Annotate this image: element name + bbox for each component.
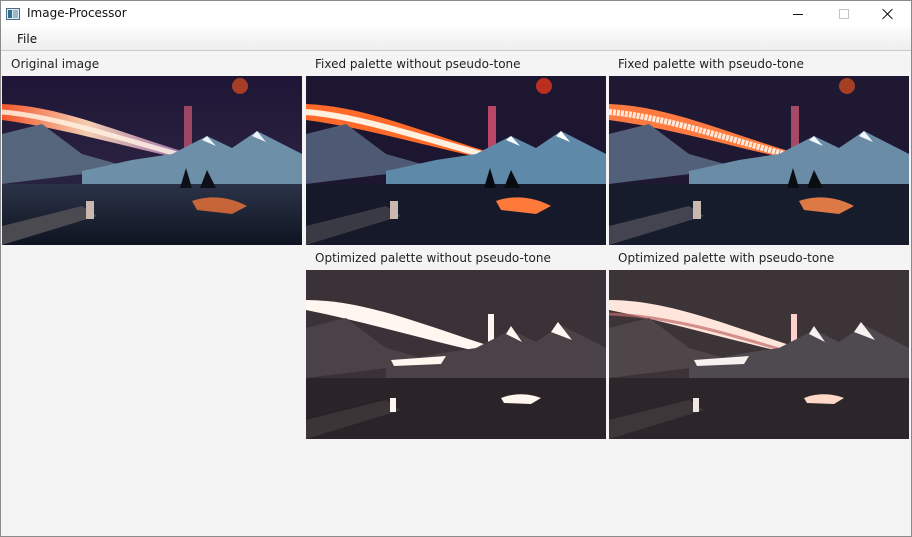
title-bar[interactable]: Image-Processor	[1, 1, 911, 28]
original-image	[2, 76, 302, 245]
close-icon	[882, 8, 894, 20]
app-window-icon	[6, 8, 20, 20]
menu-file[interactable]: File	[9, 30, 45, 49]
minimize-icon	[793, 14, 803, 15]
caption-fixed-palette-without-pseudo-tone: Fixed palette without pseudo-tone	[315, 57, 521, 71]
window-title: Image-Processor	[27, 6, 127, 20]
caption-optimized-palette-without-pseudo-tone: Optimized palette without pseudo-tone	[315, 251, 551, 265]
caption-optimized-palette-with-pseudo-tone: Optimized palette with pseudo-tone	[618, 251, 835, 265]
fixed-palette-without-pseudo-tone-graphic	[306, 76, 606, 245]
optimized-palette-with-pseudo-tone-graphic	[609, 270, 909, 439]
close-button[interactable]	[865, 1, 911, 28]
optimized-palette-with-pseudo-tone-image	[609, 270, 909, 439]
optimized-palette-without-pseudo-tone-image	[306, 270, 606, 439]
maximize-icon	[839, 9, 849, 19]
fixed-palette-without-pseudo-tone-image	[306, 76, 606, 245]
menu-bar: File	[1, 28, 911, 51]
fixed-palette-with-pseudo-tone-image	[609, 76, 909, 245]
caption-original-image: Original image	[11, 57, 100, 71]
original-image-graphic	[2, 76, 302, 245]
fixed-palette-with-pseudo-tone-graphic	[609, 76, 909, 245]
app-window: Image-Processor File Original image Fixe…	[0, 0, 912, 537]
optimized-palette-without-pseudo-tone-graphic	[306, 270, 606, 439]
maximize-button[interactable]	[821, 1, 867, 28]
caption-fixed-palette-with-pseudo-tone: Fixed palette with pseudo-tone	[618, 57, 804, 71]
minimize-button[interactable]	[775, 1, 821, 28]
